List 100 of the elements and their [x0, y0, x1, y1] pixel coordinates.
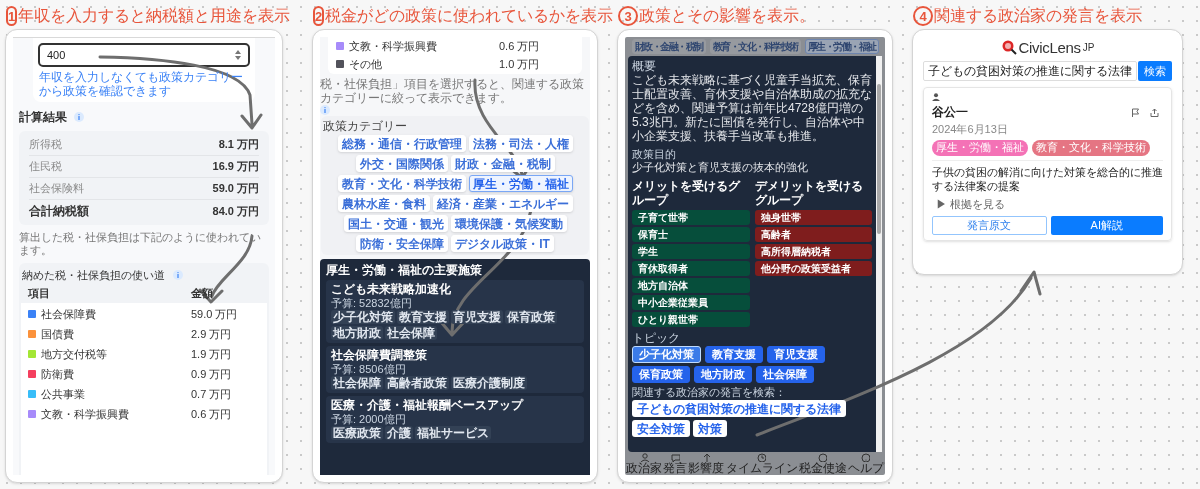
step-heading: 関連する政治家の発言を表示 [934, 8, 1142, 24]
nav-item[interactable]: 政治家 [626, 453, 662, 474]
magnifier-icon [1000, 39, 1017, 55]
category-chip: 財政・金融・税制 [631, 39, 706, 54]
statement-text: 子供の貧困の解消に向けた対策を総合的に推進する法律案の提案 [932, 164, 1163, 193]
result-value: 84.0 万円 [212, 203, 259, 219]
table-cell-text: 文教・科学振興費 [349, 38, 438, 54]
category-chip[interactable]: 国土・交通・観光 [343, 215, 448, 232]
table-cell-text: 国債費 [41, 326, 75, 342]
category-chip[interactable]: 総務・通信・行政管理 [337, 135, 466, 152]
policy-tag: 社会保障 [331, 376, 383, 390]
info-icon [173, 270, 183, 281]
info-icon [74, 112, 84, 122]
budget-text: 予算: 8506億円 [331, 363, 407, 375]
section-title: 概要 [632, 59, 657, 73]
logo-text: CivicLens [1018, 40, 1081, 55]
evidence-toggle[interactable]: ▶ 根拠を見る [936, 195, 1006, 212]
topic-button[interactable]: 少子化対策 [632, 346, 701, 363]
table-cell-text: 0.6 万円 [499, 38, 540, 54]
search-link-button[interactable]: 対策 [693, 420, 727, 437]
table-cell-text: その他 [349, 56, 383, 72]
policy-name: こども未来戦略加速化 [331, 282, 452, 296]
policy-tag: 医療政策 [331, 426, 383, 440]
topic-button[interactable]: 教育支援 [705, 346, 763, 363]
policy-tag: 保育政策 [505, 310, 557, 324]
topic-button[interactable]: 保育政策 [632, 366, 690, 383]
budget-text: 予算: 2000億円 [331, 413, 407, 425]
policy-card[interactable]: 医療・介護・福祉報酬ベースアップ 予算: 2000億円 医療政策 介護 福祉サービス [326, 396, 584, 443]
group-pill: 他分野の政策受益者 [754, 261, 872, 276]
policy-name: 医療・介護・福祉報酬ベースアップ [331, 398, 525, 412]
category-chip: 厚生・労働・福祉 [804, 39, 879, 54]
section-title: 計算結果 [19, 109, 67, 126]
scrollbar-thumb[interactable] [877, 84, 881, 234]
flag-icon [1131, 107, 1140, 117]
policy-tag: 少子化対策 [331, 310, 395, 324]
category-chip[interactable]: 財政・金融・税制 [450, 155, 555, 172]
table-cell-text: 防衛費 [41, 366, 75, 382]
nav-item[interactable]: ヘルプ [847, 453, 884, 474]
group-title: メリットを受けるグループ [632, 179, 742, 208]
table-cell-text: 社会保障費 [41, 306, 97, 322]
coin-icon [818, 453, 828, 462]
policy-name: 社会保障費調整策 [331, 348, 428, 362]
budget-text: 予算: 52832億円 [331, 297, 413, 309]
policy-card[interactable]: こども未来戦略加速化 予算: 52832億円 少子化対策 教育支援 育児支援 保育政策 地方財政 社会保障 [326, 280, 584, 343]
nav-item[interactable]: タイムライン [725, 453, 798, 474]
original-text-button[interactable]: 発言原文 [932, 216, 1047, 235]
scrollbar[interactable] [876, 56, 882, 452]
topic-button[interactable]: 地方財政 [694, 366, 752, 383]
policy-tag: 福祉サービス [415, 426, 491, 440]
category-chip[interactable]: 防衛・安全保障 [356, 235, 449, 252]
search-button[interactable]: 検索 [1138, 61, 1172, 81]
table-cell-text: 公共事業 [41, 386, 86, 402]
share-icon [1150, 107, 1159, 117]
section-title: 厚生・労働・福祉の主要施策 [326, 263, 483, 277]
category-chip[interactable]: 厚生・労働・福祉 [468, 175, 573, 192]
category-chip[interactable]: 環境保護・気候変動 [450, 215, 567, 232]
result-label: 合計納税額 [29, 203, 89, 220]
table-cell-text: 0.9 万円 [191, 366, 232, 382]
category-chip[interactable]: デジタル政策・IT [451, 235, 554, 252]
nav-item[interactable]: 税金使途 [798, 453, 847, 474]
summary-text: こども未来戦略に基づく児童手当拡充、保育士配置改善、育休支援や自治体助成の拡充などを含め、関連予算は前年比4728億円増の5.3兆円。新たに国債を発行し、自治体や中小企業支援、扶養手当改革も推進。 [632, 73, 872, 143]
hint-text: 年収を入力しなくても政策カテゴリーから政策を確認できます [39, 70, 244, 98]
nav-item[interactable]: 発言 [663, 453, 688, 474]
person-icon [639, 453, 649, 462]
search-field[interactable]: 子どもの貧困対策の推進に関する法律 [923, 61, 1137, 81]
group-pill: 独身世帯 [754, 210, 872, 225]
category-tag: 教育・文化・科学技術 [1032, 139, 1150, 156]
category-chip[interactable]: 教育・文化・科学技術 [337, 175, 466, 192]
section-title: 関連する政治家の発言を検索： [632, 386, 787, 399]
category-chip: 教育・文化・科学技術 [709, 39, 801, 54]
category-chip[interactable]: 農林水産・食料 [337, 195, 430, 212]
topic-button[interactable]: 社会保障 [756, 366, 814, 383]
topic-button[interactable]: 育児支援 [767, 346, 825, 363]
group-pill: 高齢者 [754, 227, 872, 242]
search-link-button[interactable]: 安全対策 [632, 420, 690, 437]
group-pill: 育休取得者 [632, 261, 750, 276]
speaker-name: 谷公一 [932, 104, 968, 121]
category-chip[interactable]: 外交・国際関係 [355, 155, 448, 172]
avatar-icon [932, 93, 940, 101]
spinner-icon [235, 50, 241, 60]
policy-tag: 育児支援 [451, 310, 503, 324]
income-field[interactable]: 400 [38, 43, 250, 67]
help-icon [861, 453, 871, 462]
result-label: 所得税 [29, 137, 62, 153]
table-cell-text: 59.0 万円 [191, 306, 238, 322]
section-title: 政策カテゴリー [323, 119, 408, 133]
group-pill: 学生 [632, 244, 750, 259]
policy-card[interactable]: 社会保障費調整策 予算: 8506億円 社会保障 高齢者政策 医療介護制度 [326, 346, 584, 393]
section-title: トピック [632, 331, 681, 345]
group-pill: 保育士 [632, 227, 750, 242]
nav-item[interactable]: 影響度 [688, 453, 725, 474]
ai-explain-button[interactable]: AI解説 [1050, 216, 1163, 235]
chat-icon [670, 453, 680, 462]
search-link-button[interactable]: 子どもの貧困対策の推進に関する法律 [632, 400, 846, 417]
field-value: 400 [47, 47, 66, 63]
category-chip[interactable]: 経済・産業・エネルギー [432, 195, 573, 212]
result-value: 16.9 万円 [212, 159, 259, 175]
step-heading: 政策とその影響を表示。 [639, 8, 815, 24]
purpose-text: 少子化対策と育児支援の抜本的強化 [632, 161, 809, 174]
category-chip[interactable]: 法務・司法・人権 [468, 135, 573, 152]
